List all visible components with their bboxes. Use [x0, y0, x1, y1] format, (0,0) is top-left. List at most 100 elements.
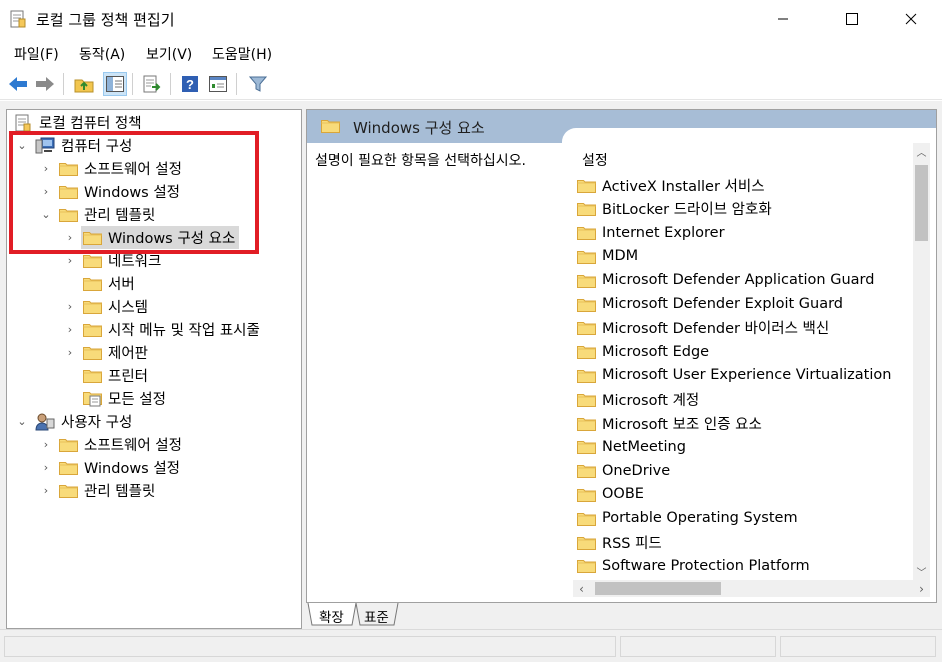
tree-item-server[interactable]: 서버 [83, 272, 135, 295]
vertical-scrollbar[interactable]: ︿ ﹀ [913, 143, 930, 580]
list-item-label: Microsoft Edge [602, 343, 710, 360]
close-button[interactable] [888, 0, 934, 38]
scroll-left-icon[interactable]: ‹ [573, 580, 590, 597]
up-folder-icon [74, 79, 94, 93]
list-item[interactable]: Internet Explorer [577, 222, 725, 244]
list-item[interactable]: Microsoft Defender Exploit Guard [577, 293, 843, 315]
list-item[interactable]: NetMeeting [577, 436, 686, 458]
folder-icon [577, 511, 596, 526]
chevron-right-icon[interactable]: › [40, 157, 52, 180]
chevron-down-icon[interactable]: ⌄ [16, 410, 28, 433]
list-item[interactable]: Software Protection Platform [577, 555, 810, 577]
chevron-right-icon[interactable]: › [64, 341, 76, 364]
column-header-setting[interactable]: 설정 [582, 150, 608, 170]
properties-icon [209, 76, 227, 92]
tree-item-printers[interactable]: 프린터 [83, 364, 148, 387]
menu-help[interactable]: 도움말(H) [212, 44, 272, 64]
list-item[interactable]: Microsoft 보조 인증 요소 [577, 412, 762, 434]
description-text: 설명이 필요한 항목을 선택하십시오. [315, 153, 526, 169]
chevron-right-icon[interactable]: › [40, 456, 52, 479]
toolbar: ? [0, 68, 942, 100]
back-button[interactable] [6, 72, 30, 96]
chevron-right-icon[interactable]: › [40, 180, 52, 203]
status-bar [0, 629, 942, 662]
list-item-label: NetMeeting [602, 438, 686, 455]
chevron-right-icon[interactable]: › [64, 249, 76, 272]
folder-icon [59, 207, 78, 222]
tree-item-uc-windows[interactable]: Windows 설정 [59, 456, 180, 479]
tree-item-user-config[interactable]: 사용자 구성 [35, 410, 132, 433]
tree-item-start-menu[interactable]: 시작 메뉴 및 작업 표시줄 [83, 318, 260, 341]
folder-icon [577, 249, 596, 264]
chevron-right-icon[interactable]: › [40, 433, 52, 456]
chevron-right-icon[interactable]: › [40, 479, 52, 502]
list-item[interactable]: MDM [577, 245, 638, 267]
list-item[interactable]: Microsoft 계정 [577, 388, 699, 410]
folder-icon [59, 184, 78, 199]
show-hide-tree-button[interactable] [103, 72, 127, 96]
maximize-icon [846, 13, 858, 25]
help-button[interactable]: ? [178, 72, 202, 96]
tree-item-network[interactable]: 네트워크 [83, 249, 161, 272]
list-item-label: Microsoft 계정 [602, 392, 700, 409]
chevron-down-icon[interactable]: ⌄ [40, 203, 52, 226]
tree-item-computer-config[interactable]: 컴퓨터 구성 [35, 134, 132, 157]
forward-button[interactable] [33, 72, 57, 96]
scroll-down-icon[interactable]: ﹀ [913, 563, 930, 580]
tree-item-cc-windows[interactable]: Windows 설정 [59, 180, 180, 203]
tree-item-cc-admin[interactable]: 관리 템플릿 [59, 203, 155, 226]
folder-icon [83, 368, 102, 383]
tree-item-cc-software[interactable]: 소프트웨어 설정 [59, 157, 182, 180]
list-item[interactable]: OOBE [577, 483, 644, 505]
menu-action[interactable]: 동작(A) [79, 44, 125, 64]
tree-item-all-settings[interactable]: 모든 설정 [83, 387, 166, 410]
tree-item-control-panel[interactable]: 제어판 [83, 341, 148, 364]
list-item[interactable]: BitLocker 드라이브 암호화 [577, 198, 772, 220]
chevron-down-icon[interactable]: ⌄ [16, 134, 28, 157]
scroll-up-icon[interactable]: ︿ [913, 143, 930, 160]
filter-button[interactable] [246, 72, 270, 96]
properties-button[interactable] [206, 72, 230, 96]
export-list-button[interactable] [140, 72, 164, 96]
list-item[interactable]: Microsoft Defender Application Guard [577, 269, 874, 291]
tree-label: Windows 설정 [84, 461, 181, 477]
folder-icon [577, 439, 596, 454]
maximize-button[interactable] [829, 0, 875, 38]
list-item-label: ActiveX Installer 서비스 [602, 178, 765, 195]
list-item[interactable]: ActiveX Installer 서비스 [577, 174, 765, 196]
details-title: Windows 구성 요소 [353, 119, 485, 137]
chevron-right-icon[interactable]: › [64, 295, 76, 318]
menu-file[interactable]: 파일(F) [14, 44, 59, 64]
tree-item-uc-software[interactable]: 소프트웨어 설정 [59, 433, 182, 456]
horizontal-scroll-thumb[interactable] [595, 582, 721, 595]
chevron-right-icon[interactable]: › [64, 318, 76, 341]
menu-view[interactable]: 보기(V) [146, 44, 192, 64]
tree-item-system[interactable]: 시스템 [83, 295, 148, 318]
tree-label: 네트워크 [108, 254, 162, 270]
help-icon: ? [182, 76, 198, 92]
folder-icon [83, 253, 102, 268]
list-item[interactable]: Portable Operating System [577, 507, 798, 529]
scroll-right-icon[interactable]: › [913, 580, 930, 597]
tree-item-windows-components[interactable]: Windows 구성 요소 [81, 226, 240, 249]
tab-extended[interactable]: 확장 [319, 606, 344, 626]
vertical-scroll-thumb[interactable] [915, 165, 928, 241]
horizontal-scrollbar[interactable]: ‹ › [573, 580, 930, 597]
tree-label: 프린터 [108, 369, 149, 385]
up-folder-button[interactable] [72, 72, 96, 96]
list-item[interactable]: OneDrive [577, 460, 670, 482]
list-item[interactable]: Microsoft Edge [577, 341, 709, 363]
list-item[interactable]: RSS 피드 [577, 531, 662, 553]
folder-icon [83, 322, 102, 337]
folder-icon [59, 483, 78, 498]
minimize-button[interactable] [760, 0, 806, 38]
list-item[interactable]: Microsoft User Experience Virtualization [577, 364, 891, 386]
tree-label: 로컬 컴퓨터 정책 [39, 116, 142, 132]
tree-root[interactable]: 로컬 컴퓨터 정책 [15, 111, 142, 134]
tree-label: 서버 [108, 277, 135, 293]
tab-standard[interactable]: 표준 [364, 606, 389, 626]
folder-icon [577, 463, 596, 478]
list-item[interactable]: Microsoft Defender 바이러스 백신 [577, 317, 829, 339]
chevron-right-icon[interactable]: › [64, 226, 76, 249]
tree-item-uc-admin[interactable]: 관리 템플릿 [59, 479, 155, 502]
